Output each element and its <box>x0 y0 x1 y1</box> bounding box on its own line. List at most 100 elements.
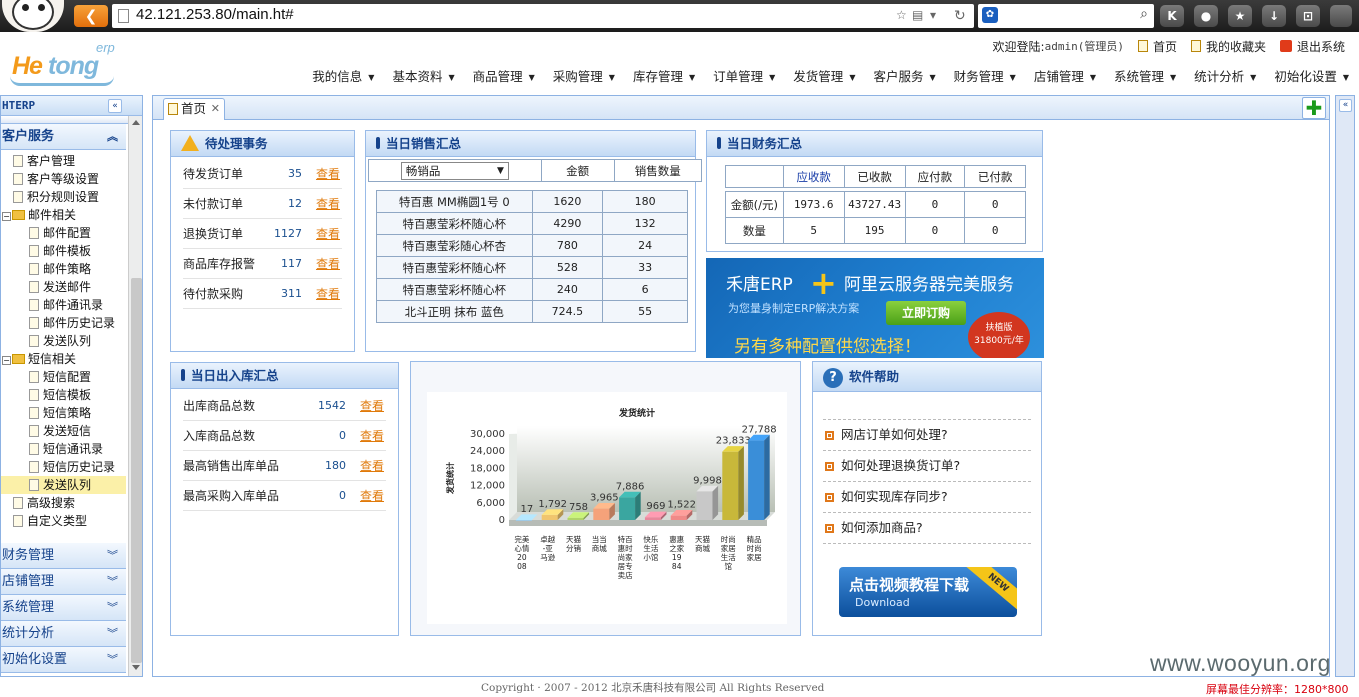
collapse-toggle-icon[interactable]: − <box>2 212 11 221</box>
tree-item[interactable]: 发送邮件 <box>1 278 126 296</box>
view-link[interactable]: 查看 <box>316 159 340 189</box>
sidebar-section-label[interactable]: 财务管理 <box>2 548 54 563</box>
favorites-link[interactable]: 我的收藏夹 <box>1190 38 1266 55</box>
dropdown-arrow-icon[interactable]: ▼ <box>689 73 695 82</box>
sidebar-scrollbar[interactable] <box>128 116 142 676</box>
logout-link-label[interactable]: 退出系统 <box>1297 38 1345 55</box>
dropdown-arrow-icon[interactable]: ▼ <box>1010 73 1016 82</box>
sidebar-section-label[interactable]: 统计分析 <box>2 626 54 641</box>
sidebar-section[interactable]: 系统管理 ︾ <box>1 595 126 621</box>
sidebar-section-customer-service[interactable]: 客户服务 ︽ <box>1 124 126 150</box>
add-tab-button[interactable]: ✚ <box>1302 97 1326 119</box>
menu-item-label[interactable]: 店铺管理 <box>1034 69 1084 84</box>
menu-item[interactable]: 系统管理 ▼ <box>1114 66 1176 85</box>
tree-item-label[interactable]: 短信通讯录 <box>43 442 103 456</box>
refresh-icon[interactable]: ↻ <box>954 8 966 24</box>
sidebar-section-label[interactable]: 系统管理 <box>2 600 54 615</box>
video-tutorial-button[interactable]: 点击视频教程下载 Download NEW <box>839 567 1017 617</box>
tree-item[interactable]: 发送队列 <box>1 476 126 494</box>
page-menu-icon[interactable]: ▤ <box>912 8 923 22</box>
search-icon[interactable]: ⌕ <box>1140 6 1148 22</box>
menu-item-label[interactable]: 初始化设置 <box>1274 69 1337 84</box>
tab-home[interactable]: 首页 ✕ <box>163 98 225 120</box>
sidebar-collapse-button[interactable]: « <box>108 99 122 113</box>
dropdown-icon[interactable]: ▾ <box>930 8 936 22</box>
sidebar-section-label[interactable]: 初始化设置 <box>2 652 67 667</box>
tab-home-label[interactable]: 首页 <box>181 101 206 116</box>
menu-item[interactable]: 采购管理 ▼ <box>553 66 615 85</box>
tree-item[interactable]: 邮件策略 <box>1 260 126 278</box>
address-bar[interactable]: 42.121.253.80/main.ht# ☆ ▤ ▾ ↻ <box>112 4 974 28</box>
tree-item[interactable]: 邮件配置 <box>1 224 126 242</box>
lock-icon[interactable]: ● <box>1194 5 1218 27</box>
help-item-label[interactable]: 如何添加商品? <box>841 520 923 535</box>
tree-item[interactable]: 短信模板 <box>1 386 126 404</box>
dropdown-arrow-icon[interactable]: ▼ <box>448 73 454 82</box>
aliyun-promo-banner[interactable]: 禾唐ERP + 阿里云服务器完美服务 为您量身制定ERP解决方案 立即订购 另有… <box>706 258 1044 358</box>
video-title[interactable]: 点击视频教程下载 <box>849 574 969 595</box>
dropdown-arrow-icon[interactable]: ▼ <box>769 73 775 82</box>
tree-item-label[interactable]: 发送队列 <box>43 478 91 492</box>
tree-item-label[interactable]: 邮件配置 <box>43 226 91 240</box>
home-link-label[interactable]: 首页 <box>1153 38 1177 55</box>
tree-item-label[interactable]: 客户管理 <box>27 154 75 168</box>
search-box[interactable]: ✿ ⌕ <box>978 4 1154 28</box>
url-text[interactable]: 42.121.253.80/main.ht# <box>136 6 294 23</box>
dropdown-arrow-icon[interactable]: ▼ <box>529 73 535 82</box>
tree-item[interactable]: 高级搜索 <box>1 494 126 512</box>
view-link[interactable]: 查看 <box>360 391 384 421</box>
bookmark-star-icon[interactable]: ☆ <box>896 8 907 22</box>
tree-item-label[interactable]: 邮件通讯录 <box>43 298 103 312</box>
menu-item[interactable]: 统计分析 ▼ <box>1194 66 1256 85</box>
sales-filter-select[interactable]: 畅销品 ▼ <box>400 161 509 180</box>
tree-item-label[interactable]: 高级搜索 <box>27 496 75 510</box>
tree-item-label[interactable]: 发送短信 <box>43 424 91 438</box>
tree-item[interactable]: 短信策略 <box>1 404 126 422</box>
tree-item[interactable]: 邮件历史记录 <box>1 314 126 332</box>
tree-item-label[interactable]: 短信相关 <box>28 352 76 366</box>
menu-item-label[interactable]: 系统管理 <box>1114 69 1164 84</box>
menu-item-label[interactable]: 财务管理 <box>954 69 1004 84</box>
sidebar-section[interactable]: 财务管理 ︾ <box>1 543 126 569</box>
dropdown-arrow-icon[interactable]: ▼ <box>1343 73 1349 82</box>
sidebar-section[interactable]: 初始化设置 ︾ <box>1 647 126 673</box>
dropdown-arrow-icon[interactable]: ▼ <box>849 73 855 82</box>
expand-panel-button[interactable]: « <box>1339 99 1352 112</box>
sidebar-section-label[interactable]: 店铺管理 <box>2 574 54 589</box>
dropdown-arrow-icon[interactable]: ▼ <box>1170 73 1176 82</box>
sidebar-section[interactable]: 店铺管理 ︾ <box>1 569 126 595</box>
tree-item-label[interactable]: 发送邮件 <box>43 280 91 294</box>
menu-item-label[interactable]: 客户服务 <box>873 69 923 84</box>
tree-item[interactable]: 积分规则设置 <box>1 188 126 206</box>
tree-folder[interactable]: − 短信相关 <box>1 350 126 368</box>
dropdown-arrow-icon[interactable]: ▼ <box>1090 73 1096 82</box>
tree-item[interactable]: 客户管理 <box>1 152 126 170</box>
menu-item[interactable]: 财务管理 ▼ <box>954 66 1016 85</box>
menu-item-label[interactable]: 发货管理 <box>793 69 843 84</box>
tree-item-label[interactable]: 短信配置 <box>43 370 91 384</box>
tree-item[interactable]: 短信配置 <box>1 368 126 386</box>
tree-item[interactable]: 发送队列 <box>1 332 126 350</box>
chevron-down-icon[interactable]: ︾ <box>107 621 118 647</box>
sales-filter-value[interactable]: 畅销品 <box>406 164 441 178</box>
tree-item[interactable]: 短信历史记录 <box>1 458 126 476</box>
chevron-down-icon[interactable]: ︾ <box>107 543 118 569</box>
view-link[interactable]: 查看 <box>360 451 384 481</box>
search-engine-icon[interactable]: ✿ <box>982 7 998 23</box>
menu-item[interactable]: 基本资料 ▼ <box>392 66 454 85</box>
view-link[interactable]: 查看 <box>316 219 340 249</box>
scroll-up-icon[interactable] <box>132 120 140 125</box>
chevron-down-icon[interactable]: ︾ <box>107 595 118 621</box>
sidebar-section[interactable]: 统计分析 ︾ <box>1 621 126 647</box>
tree-item-label[interactable]: 邮件历史记录 <box>43 316 115 330</box>
tree-item[interactable]: 客户等级设置 <box>1 170 126 188</box>
menu-item[interactable]: 商品管理 ▼ <box>473 66 535 85</box>
menu-item[interactable]: 客户服务 ▼ <box>873 66 935 85</box>
menu-item-label[interactable]: 商品管理 <box>473 69 523 84</box>
tree-item-label[interactable]: 自定义类型 <box>27 514 87 528</box>
collapse-toggle-icon[interactable]: − <box>2 356 11 365</box>
logout-link[interactable]: 退出系统 <box>1279 38 1345 55</box>
menu-item-label[interactable]: 统计分析 <box>1194 69 1244 84</box>
more-icon[interactable] <box>1330 5 1352 27</box>
menu-item[interactable]: 店铺管理 ▼ <box>1034 66 1096 85</box>
